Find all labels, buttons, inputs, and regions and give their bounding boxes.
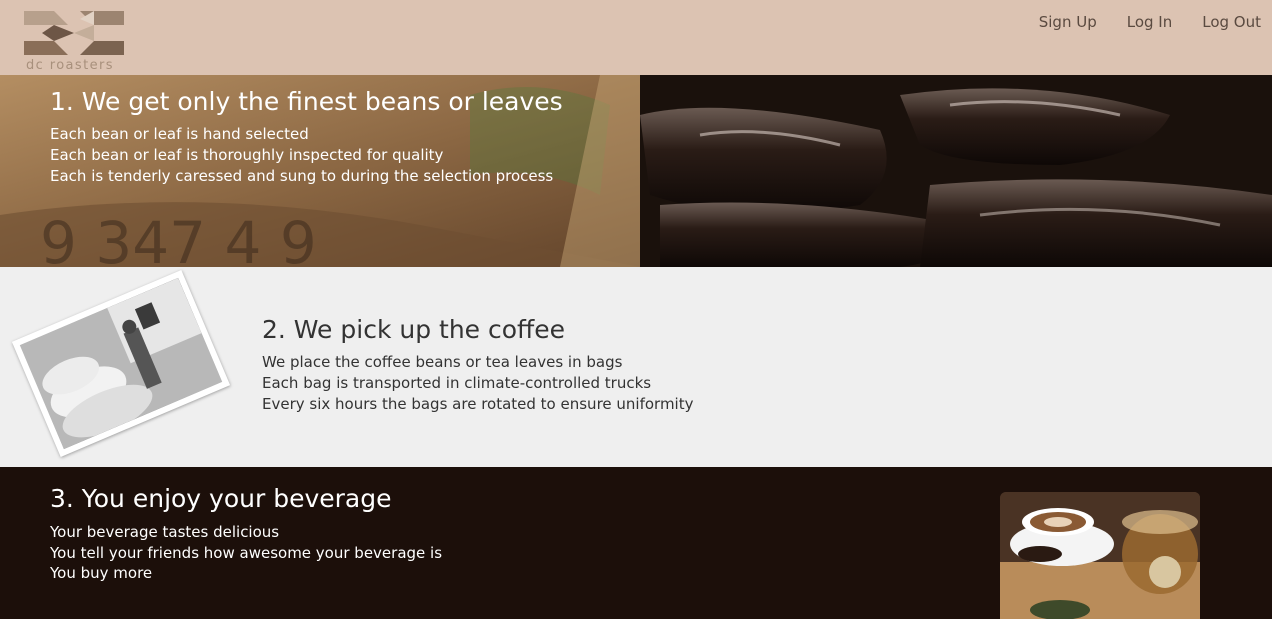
section-2-line: Every six hours the bags are rotated to …: [262, 395, 694, 413]
top-nav: Sign Up Log In Log Out: [1039, 13, 1272, 31]
sack-stencil-numbers: 9 347 4 9: [40, 209, 317, 267]
section-2-title: 2. We pick up the coffee: [262, 315, 566, 344]
pick-up-section: 2. We pick up the coffee We place the co…: [0, 267, 1272, 467]
section-1-line: Each bean or leaf is thoroughly inspecte…: [50, 146, 444, 164]
section-2-body: We place the coffee beans or tea leaves …: [262, 352, 693, 415]
section-3-line: You tell your friends how awesome your b…: [50, 543, 443, 562]
log-in-link[interactable]: Log In: [1127, 13, 1173, 31]
logo-wordmark: dc roasters: [26, 58, 114, 73]
section-1-line: Each is tenderly caressed and sung to du…: [50, 167, 554, 185]
section-2-line: Each bag is transported in climate-contr…: [262, 374, 652, 392]
dc-logo-icon: [24, 11, 124, 55]
enjoy-beverage-section: 3. You enjoy your beverage Your beverage…: [0, 467, 1272, 619]
sign-up-link[interactable]: Sign Up: [1039, 13, 1097, 31]
coffee-and-tea-cups-photo: [1000, 492, 1200, 619]
section-3-line: Your beverage tastes delicious: [50, 523, 280, 541]
section-2-line: We place the coffee beans or tea leaves …: [262, 353, 623, 371]
section-1-line: Each bean or leaf is hand selected: [50, 125, 309, 143]
worker-bags-illustration: [19, 277, 223, 450]
worker-with-bags-photo: [11, 270, 231, 457]
brand-logo[interactable]: dc roasters: [22, 8, 126, 74]
log-out-link[interactable]: Log Out: [1202, 13, 1261, 31]
section-3-line: You buy more: [50, 564, 153, 582]
section-1-body: Each bean or leaf is hand selected Each …: [50, 124, 553, 187]
site-header: dc roasters Sign Up Log In Log Out: [0, 0, 1272, 75]
section-3-body: Your beverage tastes delicious You tell …: [50, 522, 442, 584]
section-3-title: 3. You enjoy your beverage: [50, 484, 392, 513]
cups-illustration: [1000, 492, 1200, 619]
finest-beans-section: 9 347 4 9 1. We get only the finest bean…: [0, 75, 1272, 267]
section-1-title: 1. We get only the finest beans or leave…: [50, 87, 563, 116]
